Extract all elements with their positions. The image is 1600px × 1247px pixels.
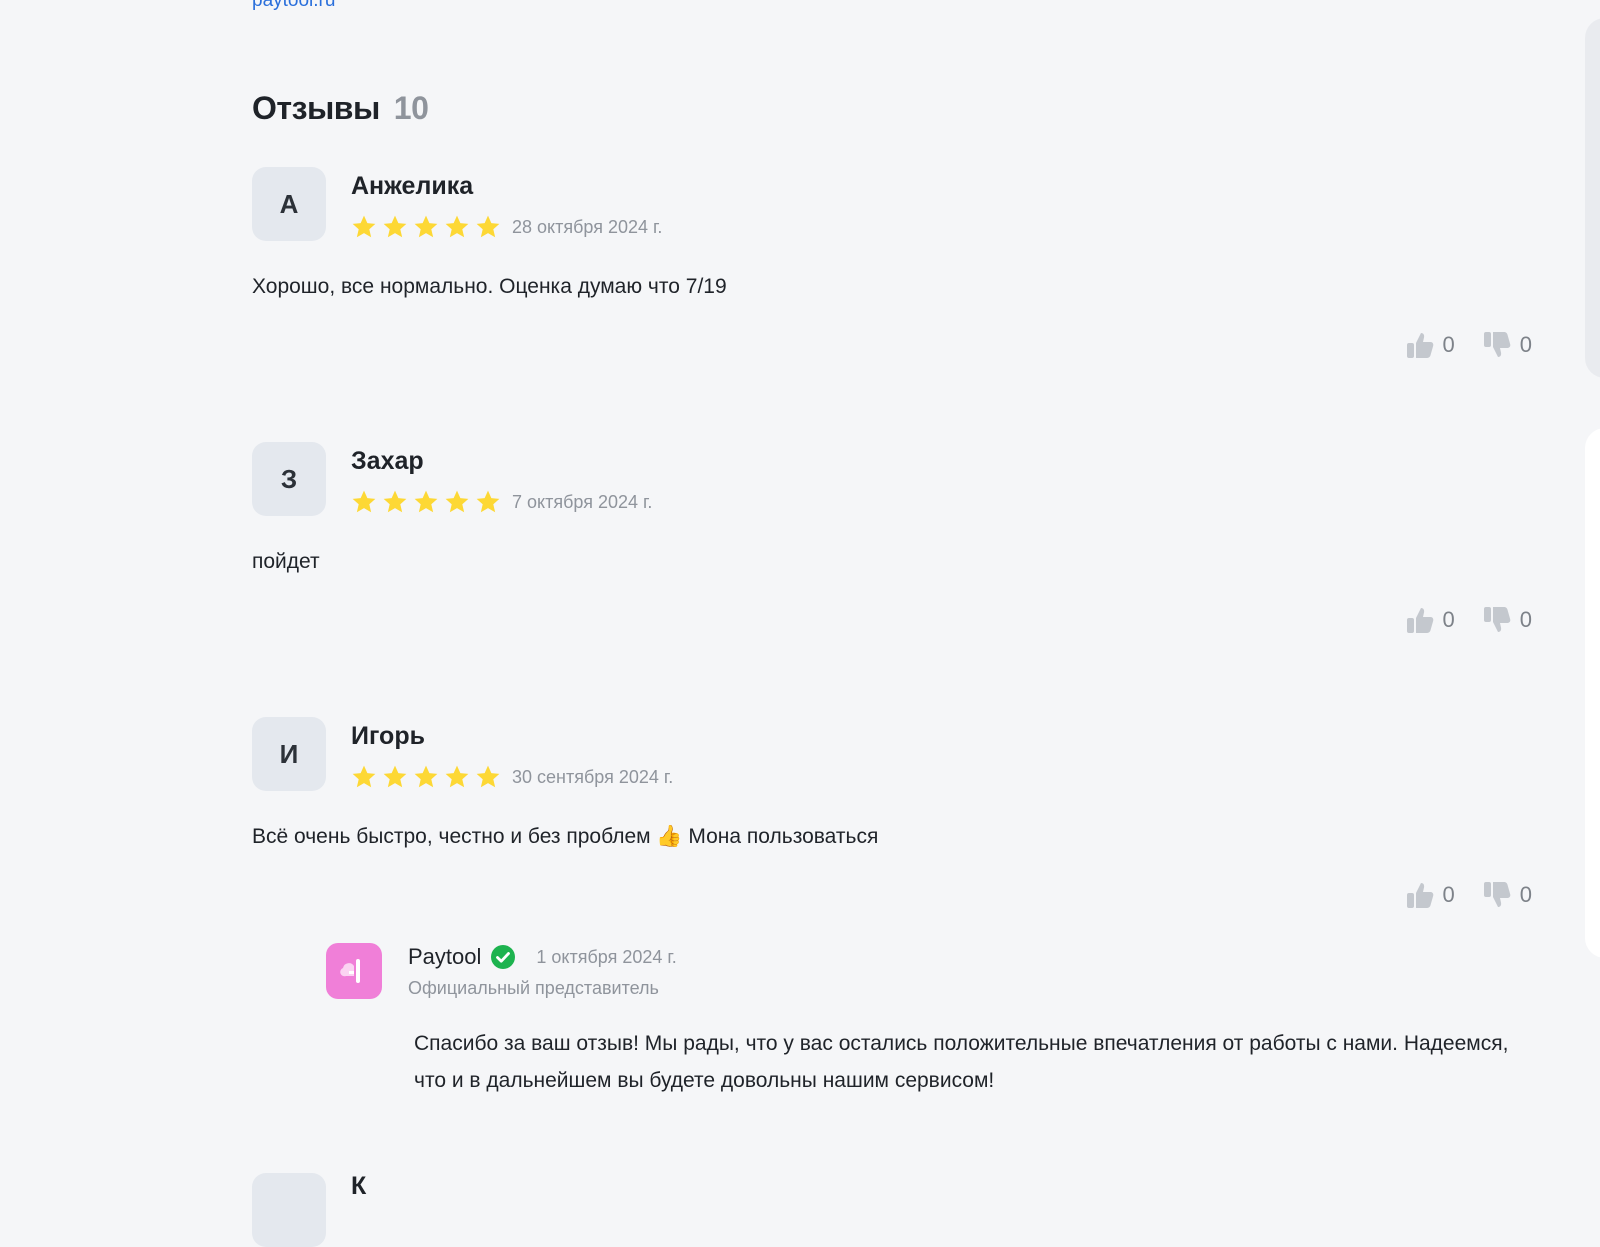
paytool-logo-icon bbox=[340, 959, 360, 983]
star-icon bbox=[414, 215, 438, 238]
review-text: Всё очень быстро, честно и без проблем 👍… bbox=[252, 825, 879, 848]
side-panel bbox=[1585, 18, 1600, 378]
star-icon bbox=[414, 490, 438, 513]
like-button[interactable]: 0 bbox=[1404, 604, 1455, 636]
dislike-count: 0 bbox=[1519, 607, 1532, 632]
review-text: Хорошо, все нормально. Оценка думаю что … bbox=[252, 275, 727, 298]
reviews-title-label: Отзывы bbox=[252, 90, 380, 126]
rating-stars bbox=[351, 764, 501, 790]
review-author: Игорь bbox=[351, 722, 425, 750]
review-author: Анжелика bbox=[351, 172, 474, 200]
thumbs-up-icon bbox=[1406, 883, 1433, 908]
like-count: 0 bbox=[1442, 607, 1455, 632]
review-date: 28 октября 2024 г. bbox=[512, 217, 663, 237]
star-icon bbox=[383, 215, 407, 238]
avatar bbox=[252, 1173, 326, 1247]
reply-date: 1 октября 2024 г. bbox=[536, 947, 677, 967]
review-votes: 0 0 bbox=[1378, 604, 1532, 636]
star-icon bbox=[352, 215, 376, 238]
star-icon bbox=[414, 765, 438, 788]
like-button[interactable]: 0 bbox=[1404, 879, 1455, 911]
review-date: 7 октября 2024 г. bbox=[512, 492, 653, 512]
star-icon bbox=[383, 765, 407, 788]
like-count: 0 bbox=[1442, 882, 1455, 907]
avatar: И bbox=[252, 717, 326, 791]
reviews-title: Отзывы 10 bbox=[252, 88, 429, 128]
reply-header: Paytool 1 октября 2024 г. bbox=[408, 943, 677, 971]
thumbs-up-icon bbox=[1406, 608, 1433, 633]
star-icon bbox=[476, 765, 500, 788]
star-icon bbox=[476, 490, 500, 513]
thumbs-down-icon bbox=[1483, 607, 1511, 632]
dislike-count: 0 bbox=[1519, 332, 1532, 357]
reply-text: Спасибо за ваш отзыв! Мы рады, что у вас… bbox=[414, 1032, 1509, 1092]
review-author: Захар bbox=[351, 447, 424, 475]
star-icon bbox=[352, 765, 376, 788]
dislike-button[interactable]: 0 bbox=[1481, 604, 1532, 636]
reviews-count: 10 bbox=[393, 90, 429, 126]
reply-author: Paytool bbox=[408, 944, 482, 969]
thumbs-down-icon bbox=[1483, 882, 1511, 907]
site-link[interactable]: paytool.ru bbox=[252, 0, 335, 12]
star-icon bbox=[476, 215, 500, 238]
reply-role: Официальный представитель bbox=[408, 978, 659, 998]
brand-logo bbox=[326, 943, 382, 999]
rating-stars bbox=[351, 489, 501, 515]
review-date: 30 сентября 2024 г. bbox=[512, 767, 674, 787]
side-panel bbox=[1585, 428, 1600, 958]
star-icon bbox=[445, 490, 469, 513]
star-icon bbox=[383, 490, 407, 513]
review-author: К bbox=[351, 1172, 367, 1200]
avatar: З bbox=[252, 442, 326, 516]
dislike-button[interactable]: 0 bbox=[1481, 329, 1532, 361]
star-icon bbox=[352, 490, 376, 513]
review-text: пойдет bbox=[252, 550, 320, 573]
like-button[interactable]: 0 bbox=[1404, 329, 1455, 361]
verified-badge-icon bbox=[491, 945, 516, 969]
avatar: А bbox=[252, 167, 326, 241]
like-count: 0 bbox=[1442, 332, 1455, 357]
thumbs-down-icon bbox=[1483, 332, 1511, 357]
thumbs-up-icon bbox=[1406, 333, 1433, 358]
rating-stars bbox=[351, 214, 501, 240]
star-icon bbox=[445, 765, 469, 788]
review-votes: 0 0 bbox=[1378, 879, 1532, 911]
dislike-count: 0 bbox=[1519, 882, 1532, 907]
dislike-button[interactable]: 0 bbox=[1481, 879, 1532, 911]
star-icon bbox=[445, 215, 469, 238]
review-votes: 0 0 bbox=[1378, 329, 1532, 361]
